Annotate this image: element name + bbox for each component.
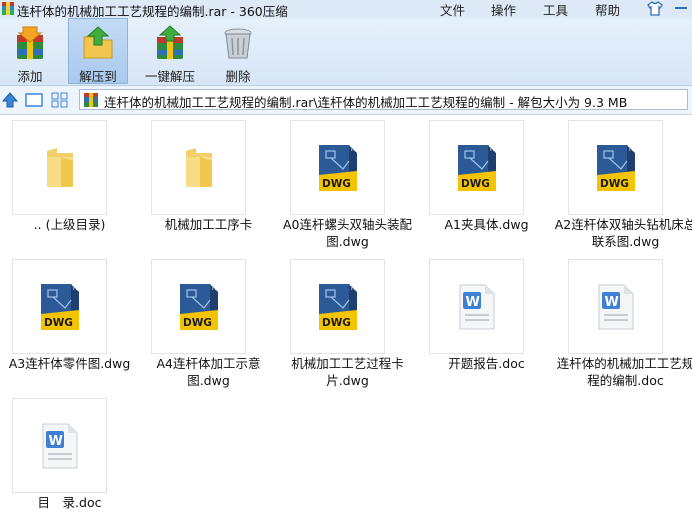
- file-item[interactable]: W 目 录.doc: [0, 393, 139, 528]
- one-click-extract-icon: [157, 25, 183, 59]
- address-field[interactable]: 连杆体的机械加工工艺规程的编制.rar\连杆体的机械加工工艺规程的编制 - 解包…: [79, 89, 688, 110]
- file-name: A2连杆体双轴头钻机床总联系图.dwg: [554, 217, 692, 249]
- extract-to-icon: [83, 26, 113, 59]
- dwg-file-icon: TM DWG: [179, 283, 220, 330]
- file-thumbnail: TM DWG: [12, 259, 107, 354]
- svg-text:DWG: DWG: [322, 317, 351, 329]
- folder-item[interactable]: 机械加工工序卡: [139, 115, 278, 250]
- svg-text:DWG: DWG: [183, 317, 212, 329]
- file-thumbnail: TM DWG: [429, 120, 524, 215]
- file-name: 开题报告.doc: [448, 356, 525, 371]
- file-name: 目 录.doc: [37, 495, 102, 510]
- file-thumbnail: [151, 120, 246, 215]
- file-name: A4连杆体加工示意图.dwg: [156, 356, 261, 388]
- file-item[interactable]: W 开题报告.doc: [417, 254, 556, 389]
- file-name: A3连杆体零件图.dwg: [8, 356, 131, 371]
- svg-text:DWG: DWG: [44, 317, 73, 329]
- extract-to-button[interactable]: 解压到: [68, 18, 128, 84]
- file-thumbnail: TM DWG: [151, 259, 246, 354]
- file-item[interactable]: W 连杆体的机械加工工艺规程的编制.doc: [556, 254, 692, 389]
- file-item[interactable]: TM DWG A4连杆体加工示意图.dwg: [139, 254, 278, 389]
- folder-icon: [185, 147, 212, 187]
- word-doc-icon: W: [42, 423, 77, 468]
- dwg-file-icon: TM DWG: [40, 283, 81, 330]
- file-thumbnail: W: [429, 259, 524, 354]
- svg-text:TM: TM: [349, 285, 359, 292]
- file-item[interactable]: TM DWG 机械加工工艺过程卡片.dwg: [278, 254, 417, 389]
- svg-text:W: W: [465, 295, 479, 310]
- file-item[interactable]: TM DWG A1夹具体.dwg: [417, 115, 556, 250]
- file-item[interactable]: TM DWG A3连杆体零件图.dwg: [0, 254, 139, 389]
- up-arrow-icon[interactable]: [2, 92, 18, 108]
- menu-help[interactable]: 帮助: [595, 0, 620, 19]
- file-thumbnail: TM DWG: [290, 120, 385, 215]
- skin-shirt-icon[interactable]: [647, 1, 663, 16]
- dwg-file-icon: TM DWG: [596, 144, 637, 191]
- svg-text:TM: TM: [71, 285, 81, 292]
- extract-to-button-label: 解压到: [79, 69, 117, 84]
- delete-button-label: 删除: [225, 69, 251, 84]
- file-thumbnail: W: [568, 259, 663, 354]
- file-name: 机械加工工序卡: [164, 217, 253, 232]
- svg-text:TM: TM: [488, 146, 498, 153]
- file-thumbnail: [12, 120, 107, 215]
- word-doc-icon: W: [598, 284, 633, 329]
- one-click-extract-button[interactable]: 一键解压: [138, 19, 202, 84]
- svg-text:W: W: [48, 434, 62, 449]
- file-name: 机械加工工艺过程卡片.dwg: [291, 356, 404, 388]
- svg-text:DWG: DWG: [461, 178, 490, 190]
- archive-icon: [84, 93, 98, 107]
- toolbar: 添加 解压到 一键解压 删除: [0, 18, 692, 86]
- delete-button[interactable]: 删除: [208, 19, 268, 84]
- file-grid: .. (上级目录) 机械加工工序卡 TM DWG A0连杆螺头双轴头装配图.dwg TM D…: [0, 115, 692, 522]
- list-view-icon[interactable]: [51, 92, 69, 108]
- svg-text:TM: TM: [349, 146, 359, 153]
- add-button-label: 添加: [17, 69, 43, 84]
- folder-icon: [46, 147, 73, 187]
- address-path: 连杆体的机械加工工艺规程的编制.rar\连杆体的机械加工工艺规程的编制 - 解包…: [104, 95, 628, 110]
- menu-file[interactable]: 文件: [440, 0, 465, 19]
- svg-text:TM: TM: [210, 285, 220, 292]
- menu-operation[interactable]: 操作: [491, 0, 516, 19]
- one-click-extract-button-label: 一键解压: [144, 69, 195, 84]
- minimize-icon[interactable]: [675, 7, 687, 10]
- add-icon: [17, 26, 43, 59]
- title-bar: 连杆体的机械加工工艺规程的编制.rar - 360压缩 文件 操作 工具 帮助: [0, 0, 692, 19]
- rar-app-icon: [2, 2, 14, 15]
- dwg-file-icon: TM DWG: [318, 144, 359, 191]
- svg-text:DWG: DWG: [322, 178, 351, 190]
- file-item[interactable]: TM DWG A2连杆体双轴头钻机床总联系图.dwg: [554, 115, 692, 250]
- large-icon-view-icon[interactable]: [25, 92, 43, 108]
- file-name: A1夹具体.dwg: [444, 217, 529, 232]
- file-thumbnail: TM DWG: [290, 259, 385, 354]
- address-bar: 连杆体的机械加工工艺规程的编制.rar\连杆体的机械加工工艺规程的编制 - 解包…: [0, 86, 692, 115]
- file-name: A0连杆螺头双轴头装配图.dwg: [282, 217, 412, 249]
- svg-text:DWG: DWG: [600, 178, 629, 190]
- word-doc-icon: W: [459, 284, 494, 329]
- svg-text:W: W: [604, 295, 618, 310]
- file-name: 连杆体的机械加工工艺规程的编制.doc: [556, 356, 692, 388]
- svg-text:TM: TM: [627, 146, 637, 153]
- folder-item[interactable]: .. (上级目录): [0, 115, 139, 250]
- dwg-file-icon: TM DWG: [457, 144, 498, 191]
- menu-tools[interactable]: 工具: [543, 0, 568, 19]
- file-name: .. (上级目录): [33, 217, 106, 232]
- file-thumbnail: TM DWG: [568, 120, 663, 215]
- file-thumbnail: W: [12, 398, 107, 493]
- add-button[interactable]: 添加: [0, 19, 60, 84]
- dwg-file-icon: TM DWG: [318, 283, 359, 330]
- file-item[interactable]: TM DWG A0连杆螺头双轴头装配图.dwg: [278, 115, 417, 250]
- delete-icon: [224, 28, 252, 59]
